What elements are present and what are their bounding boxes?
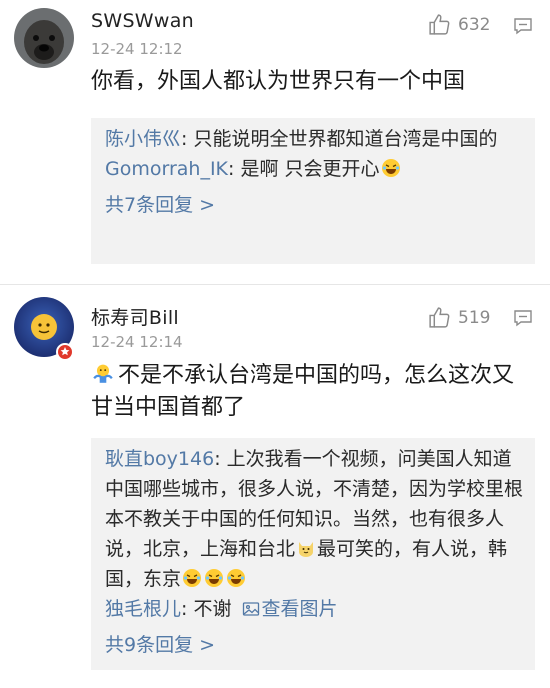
reply-box: 陈小伟巛: 只能说明全世界都知道台湾是中国的 Gomorrah_IK: 是啊 只… (91, 118, 535, 264)
comment-icon[interactable] (513, 16, 533, 36)
reply-username[interactable]: 陈小伟巛 (105, 128, 181, 150)
reply-item: Gomorrah_IK: 是啊 只会更开心 (105, 154, 523, 184)
laughing-emoji (182, 567, 202, 587)
shrug-emoji (92, 363, 114, 385)
comment-item: SWSWwan 12-24 12:12 632 你看，外国人都认为世界只有一个中… (0, 0, 550, 284)
like-button[interactable]: 519 (427, 305, 490, 330)
reply-text: 是啊 只会更开心 (240, 158, 380, 180)
reply-text: 不谢 (193, 598, 232, 620)
username[interactable]: SWSWwan (91, 10, 194, 32)
reply-box: 耿直boy146: 上次我看一个视频，问美国人知道中国哪些城市，很多人说，不清楚… (91, 438, 535, 670)
reply-item: 独毛根儿: 不谢 查看图片 (105, 597, 338, 620)
user-avatar[interactable] (14, 8, 74, 68)
reply-text: 只能说明全世界都知道台湾是中国的 (193, 128, 498, 150)
view-image-link[interactable]: 查看图片 (262, 598, 338, 620)
comment-text-body: 不是不承认台湾是中国的吗，怎么这次又甘当中国首都了 (91, 363, 515, 420)
timestamp: 12-24 12:12 (91, 40, 183, 58)
reply-username[interactable]: 耿直boy146 (105, 448, 214, 470)
username[interactable]: 标寿司Bill (91, 303, 179, 330)
comment-text: 不是不承认台湾是中国的吗，怎么这次又甘当中国首都了 (91, 360, 530, 424)
comment-icon[interactable] (513, 308, 533, 328)
reply-item: 耿直boy146: 上次我看一个视频，问美国人知道中国哪些城市，很多人说，不清楚… (105, 448, 524, 590)
cat-emoji (296, 537, 316, 557)
laughing-emoji (204, 567, 224, 587)
verified-badge (56, 343, 74, 361)
reply-username[interactable]: Gomorrah_IK (105, 158, 228, 180)
view-replies-link[interactable]: 共9条回复 > (105, 630, 523, 660)
thumbs-up-icon (429, 307, 450, 328)
like-count: 519 (458, 307, 491, 328)
thumbs-up-icon (429, 14, 450, 35)
like-button[interactable]: 632 (427, 12, 490, 37)
like-count: 632 (458, 14, 491, 35)
laughing-emoji (381, 157, 401, 177)
laughing-emoji (226, 567, 246, 587)
comment-item: 标寿司Bill 12-24 12:14 519 不是不承认台湾是中国的吗，怎么这… (0, 285, 550, 688)
reply-item: 陈小伟巛: 只能说明全世界都知道台湾是中国的 (105, 128, 498, 150)
reply-username[interactable]: 独毛根儿 (105, 598, 181, 620)
image-icon (242, 597, 260, 616)
comment-text: 你看，外国人都认为世界只有一个中国 (91, 69, 466, 94)
timestamp: 12-24 12:14 (91, 333, 183, 351)
view-replies-link[interactable]: 共7条回复 > (105, 190, 523, 220)
